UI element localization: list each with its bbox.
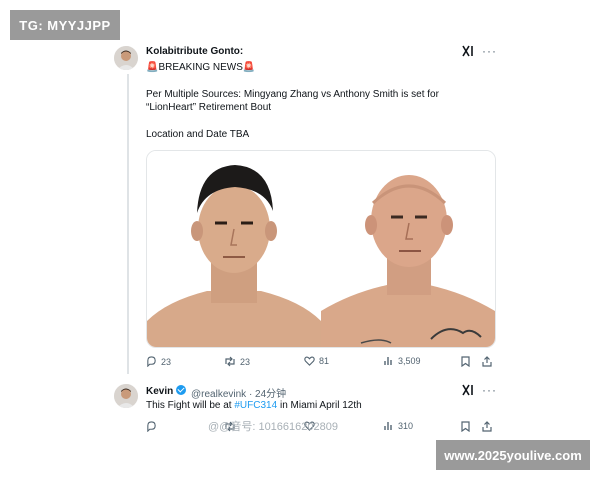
verified-icon [176,385,187,395]
retweet-icon [225,356,235,367]
view-count: 310 [398,421,414,431]
xai-icon[interactable] [462,45,474,60]
tweet-author-name[interactable]: Kevin [146,385,188,397]
bookmark-button[interactable] [461,421,470,432]
bookmark-icon [461,356,470,367]
tweet-body-line: “LionHeart” Retirement Bout [146,102,272,113]
share-icon [482,356,492,367]
views-button[interactable]: 3,509 [384,356,421,366]
tweet-author-handle[interactable]: @realkevink · 24分钟 [191,385,286,400]
author-name-text: Kevin [146,386,174,397]
tweet-author-name[interactable]: Kolabitribute Gonto: [146,46,243,57]
reply-icon [147,356,156,367]
tweet-headline: 🚨BREAKING NEWS🚨 [146,62,256,73]
heart-icon [304,356,315,366]
hashtag-link[interactable]: #UFC314 [234,400,277,411]
views-button[interactable]: 310 [384,421,413,431]
tweet-text-part: This Fight will be at [146,400,235,411]
reply-icon [147,421,156,432]
share-button[interactable] [482,356,492,367]
watermark-text: @@音号: 1016616202809 [208,421,338,433]
reply-button[interactable]: 23 [146,356,171,367]
thread-connector-line [127,74,129,374]
watermark-badge-bottom-right: www.2025youlive.com [436,440,590,470]
fighter-photo-right [321,151,495,347]
views-icon [384,422,392,430]
share-icon [482,421,492,432]
more-icon[interactable]: ··· [482,44,497,58]
avatar-image [114,46,138,70]
views-icon [384,357,392,365]
retweet-count: 23 [240,356,251,367]
tweet-body: This Fight will be at #UFC314 in Miami A… [146,399,362,412]
tweet-body-line: Location and Date TBA [146,129,250,140]
tweet-body-line: Per Multiple Sources: Mingyang Zhang vs … [146,89,439,100]
xai-icon[interactable] [462,384,474,399]
like-button[interactable]: 81 [304,356,329,366]
tweet-text-part: in Miami April 12th [277,400,362,411]
like-count: 81 [319,356,330,366]
retweet-button[interactable]: 23 [224,356,250,367]
view-count: 3,509 [398,356,421,366]
share-button[interactable] [482,421,492,432]
fighter-photo-left [147,151,321,347]
bookmark-button[interactable] [461,356,470,367]
reply-button[interactable] [146,421,157,432]
avatar[interactable] [114,384,138,408]
watermark-badge-top-left: TG: MYYJJPP [10,10,120,40]
avatar-image [114,384,138,408]
bookmark-icon [461,421,470,432]
more-icon[interactable]: ··· [482,383,497,397]
avatar[interactable] [114,46,138,70]
tweet-media[interactable] [146,150,496,348]
reply-count: 23 [161,356,172,367]
